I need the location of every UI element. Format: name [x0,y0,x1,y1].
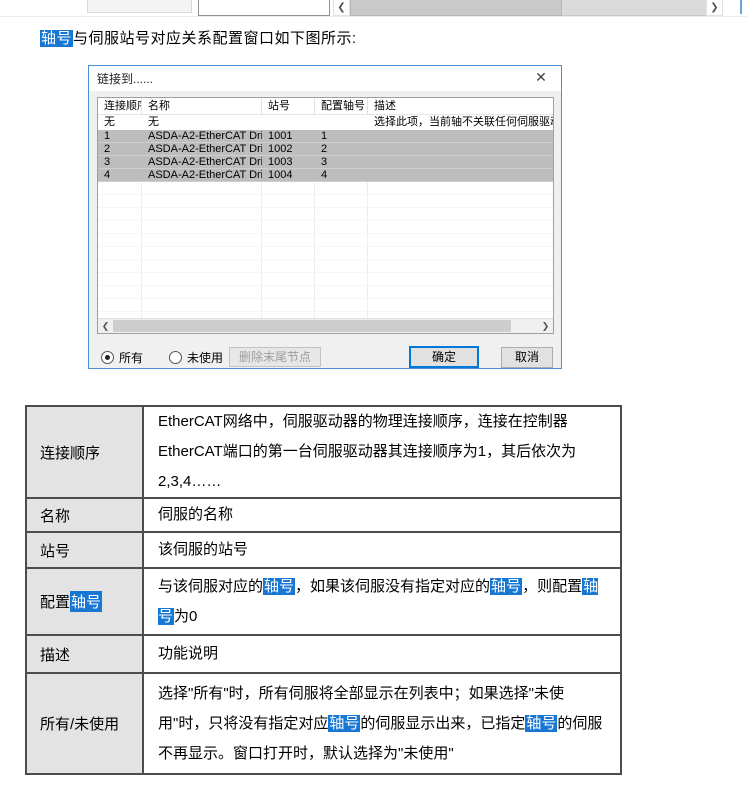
delete-tail-nodes-button: 删除末尾节点 [229,347,321,367]
dialog-titlebar: 链接到...... ✕ [89,66,561,91]
radio-unused[interactable]: 未使用 [169,349,223,366]
scroll-right-button[interactable]: ❯ [706,0,723,16]
scroll-left-button[interactable]: ❮ [98,319,113,333]
cropped-panel [87,0,192,13]
definition-cell: 选择"所有"时，所有伺服将全部显示在列表中；如果选择"未使用"时，只将没有指定对… [144,674,620,773]
intro-text: 轴号与伺服站号对应关系配置窗口如下图所示: [40,29,357,49]
cell-axis: 4 [315,169,368,181]
scroll-right-button[interactable]: ❯ [538,319,553,333]
list-horizontal-scrollbar[interactable]: ❮ ❯ [98,318,553,333]
cell-axis [315,115,368,130]
scroll-right-icon: ❯ [710,2,718,13]
scroll-left-icon: ❮ [102,321,110,332]
cell-station [262,115,315,130]
list-row-none[interactable]: 无 无 选择此项，当前轴不关联任何伺服驱动器 [98,115,553,130]
term-cell: 连接顺序 [27,407,142,497]
term-cell: 站号 [27,533,142,567]
scroll-left-button[interactable]: ❮ [333,0,350,16]
grid-line [314,182,315,321]
scrollbar-track[interactable] [511,319,538,333]
scroll-right-icon: ❯ [542,321,550,332]
scrollbar-thumb[interactable] [113,320,511,332]
cell-axis: 3 [315,156,368,168]
cell-station: 1004 [262,169,315,181]
radio-circle-icon [169,351,182,364]
definition-cell: EtherCAT网络中，伺服驱动器的物理连接顺序，连接在控制器EtherCAT端… [144,407,620,497]
definition-cell: 伺服的名称 [144,499,620,531]
term-cell: 描述 [27,636,142,672]
list-empty-area [98,182,553,321]
cell-desc [368,156,553,168]
cell-axis: 2 [315,143,368,155]
term-cell: 配置轴号 [27,569,142,634]
cell-order: 2 [98,143,142,155]
list-row[interactable]: 1 ASDA-A2-EtherCAT Drive 1001 1 [98,130,553,143]
grid-line [141,182,142,321]
cell-name: ASDA-A2-EtherCAT Drive [142,143,262,155]
cell-name: ASDA-A2-EtherCAT Drive [142,169,262,181]
list-header: 连接顺序 名称 站号 配置轴号 描述 [98,98,553,115]
grid-line [367,182,368,321]
cell-desc [368,143,553,155]
list-row[interactable]: 2 ASDA-A2-EtherCAT Drive 1002 2 [98,143,553,156]
cell-order: 1 [98,130,142,142]
cell-station: 1002 [262,143,315,155]
radio-circle-icon [101,351,114,364]
window-edge-line [740,0,742,14]
col-header-axis: 配置轴号 [315,98,368,114]
radio-unused-label: 未使用 [187,349,223,366]
cropped-textbox[interactable] [198,0,330,16]
definition-cell: 功能说明 [144,636,620,672]
link-to-dialog: 链接到...... ✕ 连接顺序 名称 站号 配置轴号 描述 无 无 选择此项，… [88,65,562,369]
dialog-controls: 所有 未使用 删除末尾节点 确定 取消 [89,345,561,370]
cell-desc: 选择此项，当前轴不关联任何伺服驱动器 [368,115,553,130]
term-cell: 所有/未使用 [27,674,142,773]
top-horizontal-scrollbar[interactable]: ❮ ❯ [333,0,723,16]
scrollbar-track[interactable] [562,0,706,16]
cell-name: ASDA-A2-EtherCAT Drive [142,130,262,142]
field-description-table: 连接顺序 EtherCAT网络中，伺服驱动器的物理连接顺序，连接在控制器Ethe… [25,405,622,775]
ok-button[interactable]: 确定 [409,346,479,368]
radio-all-label: 所有 [119,349,143,366]
col-header-name: 名称 [142,98,262,114]
cell-station: 1003 [262,156,315,168]
cell-name: 无 [142,115,262,130]
cell-desc [368,130,553,142]
dialog-title: 链接到...... [89,70,153,87]
servo-list: 连接顺序 名称 站号 配置轴号 描述 无 无 选择此项，当前轴不关联任何伺服驱动… [97,97,554,334]
cell-order: 4 [98,169,142,181]
list-row[interactable]: 4 ASDA-A2-EtherCAT Drive 1004 4 [98,169,553,182]
cell-order: 3 [98,156,142,168]
col-header-order: 连接顺序 [98,98,142,114]
radio-all[interactable]: 所有 [101,349,143,366]
cell-name: ASDA-A2-EtherCAT Drive [142,156,262,168]
col-header-desc: 描述 [368,98,553,114]
definition-cell: 与该伺服对应的轴号，如果该伺服没有指定对应的轴号，则配置轴号为0 [144,569,620,634]
cell-station: 1001 [262,130,315,142]
cell-order: 无 [98,115,142,130]
list-row[interactable]: 3 ASDA-A2-EtherCAT Drive 1003 3 [98,156,553,169]
cancel-button[interactable]: 取消 [501,347,553,368]
col-header-station: 站号 [262,98,315,114]
scrollbar-thumb[interactable] [350,0,562,16]
definition-cell: 该伺服的站号 [144,533,620,567]
grid-line [261,182,262,321]
close-icon[interactable]: ✕ [531,69,551,86]
term-cell: 名称 [27,499,142,531]
cropped-top-toolbar: ❮ ❯ [0,0,747,17]
cell-axis: 1 [315,130,368,142]
scroll-left-icon: ❮ [337,2,345,13]
cell-desc [368,169,553,181]
